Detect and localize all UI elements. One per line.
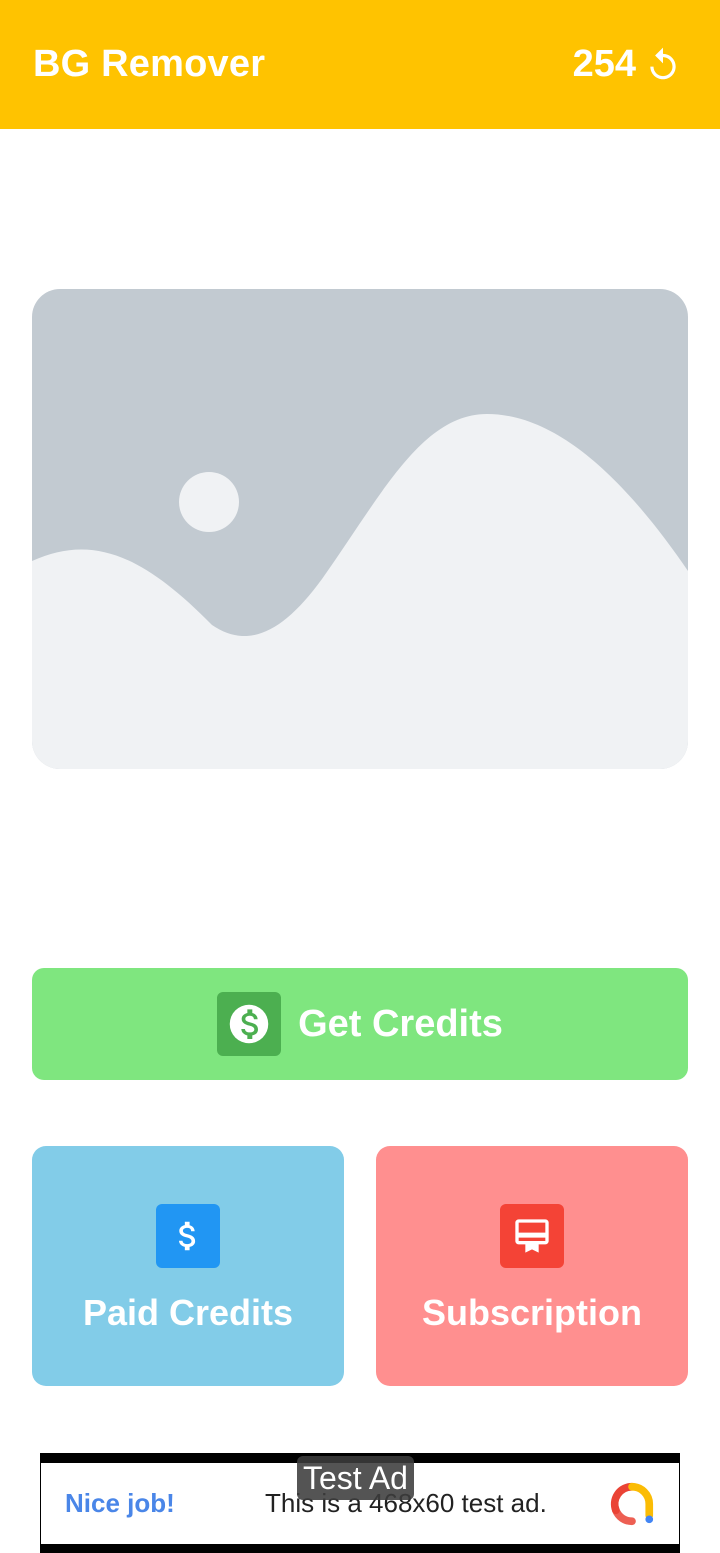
image-placeholder-icon	[32, 289, 688, 769]
image-picker[interactable]	[32, 289, 688, 769]
ad-headline[interactable]: Nice job!	[65, 1488, 175, 1519]
card-membership-icon	[500, 1204, 564, 1268]
credits-counter[interactable]: 254	[573, 43, 682, 86]
get-credits-label: Get Credits	[298, 1002, 503, 1045]
app-bar: BG Remover 254	[0, 0, 720, 129]
subscription-button[interactable]: Subscription	[376, 1146, 688, 1386]
admob-logo-icon	[610, 1482, 654, 1526]
dollar-icon	[156, 1204, 220, 1268]
dollar-circle-icon	[217, 992, 282, 1056]
credit-count: 254	[572, 43, 636, 85]
paid-credits-button[interactable]: Paid Credits	[32, 1146, 344, 1386]
subscription-label: Subscription	[421, 1292, 642, 1333]
app-title: BG Remover	[33, 43, 266, 85]
paid-credits-label: Paid Credits	[82, 1292, 294, 1333]
test-ad-badge: Test Ad	[297, 1456, 414, 1500]
refresh-icon[interactable]	[644, 46, 682, 84]
get-credits-button[interactable]: Get Credits	[32, 968, 688, 1080]
